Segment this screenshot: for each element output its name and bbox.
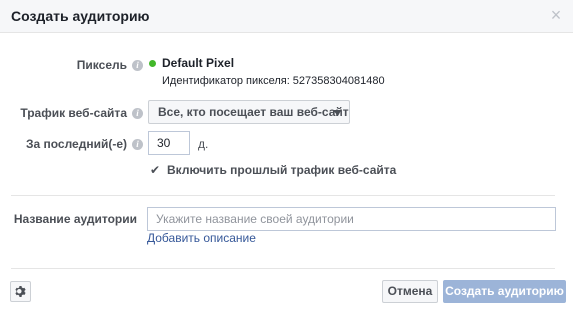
check-icon[interactable]: ✔ xyxy=(149,164,161,176)
traffic-label: Трафик веб-сайта xyxy=(20,106,127,120)
info-icon[interactable]: i xyxy=(132,138,143,150)
add-description-link[interactable]: Добавить описание xyxy=(147,231,256,245)
divider xyxy=(11,195,555,196)
past-traffic-label[interactable]: Включить прошлый трафик веб-сайта xyxy=(167,163,396,177)
audience-name-input[interactable] xyxy=(147,207,556,231)
traffic-label-group: Трафик веб-сайта i xyxy=(20,106,143,120)
dialog-header: Создать аудиторию × xyxy=(0,0,573,33)
divider xyxy=(11,268,555,269)
audience-name-label: Название аудитории xyxy=(13,212,137,226)
pixel-label: Пиксель xyxy=(76,58,127,72)
info-icon[interactable]: i xyxy=(132,59,143,71)
period-label-group: За последний(-е) i xyxy=(26,137,143,151)
close-icon[interactable]: × xyxy=(547,5,565,25)
pixel-name: Default Pixel xyxy=(162,56,235,70)
cancel-button[interactable]: Отмена xyxy=(382,280,438,303)
days-unit: д. xyxy=(198,137,209,151)
traffic-dropdown-value: Все, кто посещает ваш веб-сайт xyxy=(158,105,349,119)
dialog-title: Создать аудиторию xyxy=(11,8,150,24)
info-icon[interactable]: i xyxy=(132,107,143,119)
status-dot-icon xyxy=(149,60,156,67)
pixel-label-group: Пиксель i xyxy=(77,58,143,72)
traffic-dropdown[interactable]: Все, кто посещает ваш веб-сайт xyxy=(148,100,350,124)
gear-icon xyxy=(15,286,26,297)
create-audience-button[interactable]: Создать аудиторию xyxy=(443,280,566,303)
pixel-id: Идентификатор пикселя: 527358304081480 xyxy=(162,75,385,87)
caret-down-icon xyxy=(333,110,341,115)
period-label: За последний(-е) xyxy=(25,137,127,151)
settings-button[interactable] xyxy=(10,281,31,302)
days-input[interactable] xyxy=(148,131,190,155)
